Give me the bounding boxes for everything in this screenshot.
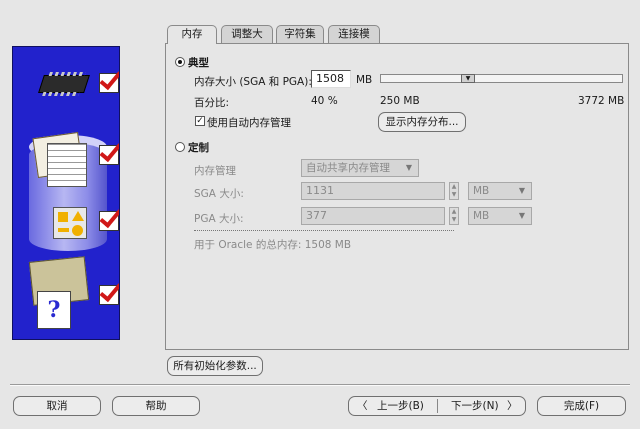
cancel-button[interactable]: 取消	[13, 396, 101, 416]
pga-size-input[interactable]: 377	[301, 207, 445, 225]
pga-unit-select[interactable]: MB ▼	[468, 207, 532, 225]
custom-label: 定制	[188, 142, 209, 154]
sga-size-spinner[interactable]: ▲ ▼	[449, 182, 459, 200]
sga-unit-select[interactable]: MB ▼	[468, 182, 532, 200]
navigation-button-group: 〈 上一步(B) 下一步(N) 〉	[348, 396, 526, 416]
step-complete-check-icon	[99, 285, 119, 305]
total-memory-text: 用于 Oracle 的总内存: 1508 MB	[194, 239, 352, 251]
step-complete-check-icon	[99, 211, 119, 231]
chevron-down-icon: ▼	[518, 186, 526, 195]
slider-thumb[interactable]: ▼	[461, 74, 475, 83]
typical-label: 典型	[188, 57, 209, 69]
chevron-down-icon: ▼	[518, 211, 526, 220]
memory-size-slider[interactable]: ▼	[380, 74, 623, 83]
memory-management-label: 内存管理	[194, 165, 236, 177]
step-complete-check-icon	[99, 145, 119, 165]
step-complete-check-icon	[99, 73, 119, 93]
chevron-right-icon: 〉	[507, 400, 518, 412]
custom-radio[interactable]	[175, 142, 185, 152]
chevron-left-icon: 〈	[357, 400, 368, 412]
help-button[interactable]: 帮助	[112, 396, 200, 416]
all-init-params-button[interactable]: 所有初始化参数...	[167, 356, 263, 376]
sga-size-input[interactable]: 1131	[301, 182, 445, 200]
document-page-icon	[47, 143, 87, 187]
percentage-value: 40 %	[311, 95, 338, 107]
slider-min-label: 250 MB	[380, 95, 420, 107]
percentage-label: 百分比:	[194, 97, 230, 109]
memory-size-unit: MB	[356, 74, 373, 86]
tab-sizing[interactable]: 调整大小	[221, 25, 273, 57]
back-button[interactable]: 上一步(B)	[377, 397, 424, 415]
question-document-icon: ?	[37, 291, 71, 329]
footer-separator	[10, 384, 630, 386]
auto-memory-label: 使用自动内存管理	[207, 117, 291, 129]
wizard-step-illustration: ?	[12, 46, 120, 340]
slider-max-label: 3772 MB	[578, 95, 625, 107]
divider	[194, 230, 454, 231]
typical-radio[interactable]	[175, 57, 185, 67]
next-button[interactable]: 下一步(N)	[451, 397, 499, 415]
pga-size-label: PGA 大小:	[194, 213, 244, 225]
sga-size-label: SGA 大小:	[194, 188, 244, 200]
nav-divider	[437, 399, 438, 413]
auto-memory-checkbox[interactable]: ✓	[195, 116, 205, 126]
tab-memory[interactable]: 内存	[167, 25, 217, 44]
memory-chip-icon	[38, 75, 90, 93]
character-set-shapes-icon	[53, 207, 87, 239]
tab-connection-mode[interactable]: 连接模式	[328, 25, 380, 57]
finish-button[interactable]: 完成(F)	[537, 396, 626, 416]
memory-size-input[interactable]: 1508	[311, 70, 351, 88]
memory-management-select[interactable]: 自动共享内存管理 ▼	[301, 159, 419, 177]
pga-size-spinner[interactable]: ▲ ▼	[449, 207, 459, 225]
tab-character-sets[interactable]: 字符集	[276, 25, 324, 43]
show-memory-distribution-button[interactable]: 显示内存分布...	[378, 112, 466, 132]
memory-size-label: 内存大小 (SGA 和 PGA):	[194, 76, 312, 88]
chevron-down-icon: ▼	[405, 163, 413, 172]
